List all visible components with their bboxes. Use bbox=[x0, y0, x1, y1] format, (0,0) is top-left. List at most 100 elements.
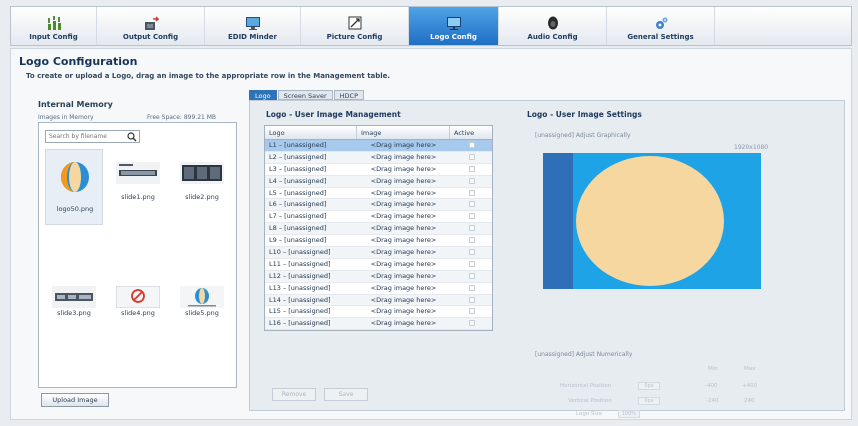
active-cell bbox=[450, 223, 492, 234]
active-checkbox[interactable] bbox=[469, 308, 475, 315]
adjust-graphically-label: [unassigned] Adjust Graphically bbox=[535, 132, 631, 139]
image-thumbnail[interactable]: slide1.png bbox=[109, 149, 167, 225]
table-row[interactable]: L16 – [unassigned] <Drag image here> bbox=[265, 318, 492, 331]
image-drop-target[interactable]: <Drag image here> bbox=[357, 164, 450, 175]
tab-hdcp[interactable]: HDCP bbox=[333, 90, 364, 100]
active-checkbox[interactable] bbox=[469, 260, 475, 267]
thumbnail-name: slide5.png bbox=[185, 309, 219, 317]
image-thumbnail[interactable]: slide2.png bbox=[173, 149, 231, 225]
nav-tab-logo-config[interactable]: Logo Config bbox=[409, 7, 499, 45]
vertical-position-input[interactable]: 0px bbox=[638, 397, 660, 405]
tab-logo[interactable]: Logo bbox=[249, 90, 277, 100]
image-thumbnail[interactable]: slide5.png bbox=[173, 273, 231, 349]
nav-tab-picture-config[interactable]: Picture Config bbox=[301, 7, 409, 45]
active-checkbox[interactable] bbox=[469, 272, 475, 279]
image-drop-target[interactable]: <Drag image here> bbox=[357, 271, 450, 282]
table-row[interactable]: L9 – [unassigned] <Drag image here> bbox=[265, 235, 492, 248]
horizontal-position-input[interactable]: 0px bbox=[638, 382, 660, 390]
nav-tab-output-config[interactable]: Output Config bbox=[97, 7, 205, 45]
active-cell bbox=[450, 295, 492, 306]
active-checkbox[interactable] bbox=[469, 296, 475, 303]
image-drop-target[interactable]: <Drag image here> bbox=[357, 140, 450, 151]
active-checkbox[interactable] bbox=[469, 201, 475, 208]
table-row[interactable]: L4 – [unassigned] <Drag image here> bbox=[265, 175, 492, 188]
logo-preview-canvas[interactable] bbox=[543, 153, 761, 289]
image-drop-target[interactable]: <Drag image here> bbox=[357, 259, 450, 270]
images-in-memory-label: Images in Memory bbox=[38, 114, 94, 121]
image-drop-target[interactable]: <Drag image here> bbox=[357, 176, 450, 187]
table-row[interactable]: L3 – [unassigned] <Drag image here> bbox=[265, 164, 492, 176]
active-checkbox[interactable] bbox=[469, 153, 475, 160]
table-row[interactable]: L10 – [unassigned] <Drag image here> bbox=[265, 247, 492, 259]
image-thumbnail[interactable]: slide4.png bbox=[109, 273, 167, 349]
column-header-logo: Logo bbox=[265, 126, 357, 139]
table-row[interactable]: L11 – [unassigned] <Drag image here> bbox=[265, 259, 492, 271]
search-icon[interactable] bbox=[127, 132, 137, 142]
image-drop-target[interactable]: <Drag image here> bbox=[357, 199, 450, 210]
active-checkbox[interactable] bbox=[469, 225, 475, 232]
logo-size-label: Logo Size bbox=[576, 411, 603, 417]
nav-tab-audio-config[interactable]: Audio Config bbox=[499, 7, 607, 45]
image-drop-target[interactable]: <Drag image here> bbox=[357, 295, 450, 306]
active-checkbox[interactable] bbox=[469, 237, 475, 244]
nav-tab-general-settings[interactable]: General Settings bbox=[607, 7, 715, 45]
active-checkbox[interactable] bbox=[469, 284, 475, 291]
settings-title: Logo - User Image Settings bbox=[527, 110, 642, 119]
active-checkbox[interactable] bbox=[469, 189, 475, 196]
active-checkbox[interactable] bbox=[469, 142, 475, 148]
active-checkbox[interactable] bbox=[469, 213, 475, 220]
image-drop-target[interactable]: <Drag image here> bbox=[357, 283, 450, 294]
tab-screen-saver[interactable]: Screen Saver bbox=[277, 90, 333, 100]
active-checkbox[interactable] bbox=[469, 165, 475, 172]
table-row[interactable]: L6 – [unassigned] <Drag image here> bbox=[265, 199, 492, 212]
max-column-header: Max bbox=[744, 366, 756, 372]
search-input[interactable] bbox=[46, 131, 124, 142]
image-drop-target[interactable]: <Drag image here> bbox=[357, 188, 450, 199]
horizontal-max: +400 bbox=[742, 383, 758, 389]
active-checkbox[interactable] bbox=[469, 177, 475, 184]
logo-slot-name: L9 – [unassigned] bbox=[269, 236, 327, 245]
active-checkbox[interactable] bbox=[469, 320, 475, 327]
table-row[interactable]: L15 – [unassigned] <Drag image here> bbox=[265, 306, 492, 319]
active-cell bbox=[450, 176, 492, 187]
free-space-label: Free Space: 899.21 MB bbox=[147, 114, 217, 121]
table-row[interactable]: L7 – [unassigned] <Drag image here> bbox=[265, 211, 492, 224]
active-checkbox[interactable] bbox=[469, 249, 475, 256]
column-header-active: Active bbox=[454, 129, 475, 137]
active-cell bbox=[450, 152, 492, 163]
image-drop-target[interactable]: <Drag image here> bbox=[357, 247, 450, 258]
image-drop-target[interactable]: <Drag image here> bbox=[357, 306, 450, 317]
horizontal-position-label: Horizontal Position bbox=[560, 383, 612, 389]
image-drop-target[interactable]: <Drag image here> bbox=[357, 152, 450, 163]
nav-tab-input-config[interactable]: Input Config bbox=[11, 7, 97, 45]
table-row[interactable]: L5 – [unassigned] <Drag image here> bbox=[265, 188, 492, 200]
table-row[interactable]: L1 – [unassigned] <Drag image here> bbox=[265, 140, 492, 152]
table-row[interactable]: L12 – [unassigned] <Drag image here> bbox=[265, 270, 492, 283]
image-drop-target[interactable]: <Drag image here> bbox=[357, 223, 450, 234]
nav-label: General Settings bbox=[627, 33, 694, 41]
thumbnail-name: slide4.png bbox=[121, 309, 155, 317]
active-cell bbox=[450, 140, 492, 151]
vertical-min: -240 bbox=[706, 398, 719, 404]
image-drop-target[interactable]: <Drag image here> bbox=[357, 318, 450, 329]
nav-label: Picture Config bbox=[326, 33, 383, 41]
table-row[interactable]: L13 – [unassigned] <Drag image here> bbox=[265, 283, 492, 295]
image-memory-panel: logo50.png slide1.png slide2.png bbox=[38, 122, 237, 388]
logo-size-input[interactable]: 100% bbox=[618, 410, 640, 418]
audio-config-icon bbox=[547, 16, 558, 30]
image-drop-target[interactable]: <Drag image here> bbox=[357, 235, 450, 246]
active-cell bbox=[450, 235, 492, 246]
image-drop-target[interactable]: <Drag image here> bbox=[357, 211, 450, 222]
nav-label: Audio Config bbox=[527, 33, 578, 41]
logo-slot-name: L7 – [unassigned] bbox=[269, 212, 327, 221]
remove-button[interactable]: Remove bbox=[272, 388, 316, 401]
save-button[interactable]: Save bbox=[324, 388, 368, 401]
table-row[interactable]: L8 – [unassigned] <Drag image here> bbox=[265, 223, 492, 236]
image-thumbnail[interactable]: slide3.png bbox=[45, 273, 103, 349]
table-row[interactable]: L2 – [unassigned] <Drag image here> bbox=[265, 151, 492, 164]
thumbnail-image bbox=[179, 155, 225, 191]
table-row[interactable]: L14 – [unassigned] <Drag image here> bbox=[265, 294, 492, 307]
nav-tab-edid-minder[interactable]: EDID Minder bbox=[205, 7, 301, 45]
image-thumbnail[interactable]: logo50.png bbox=[45, 149, 103, 225]
upload-image-button[interactable]: Upload Image bbox=[41, 393, 109, 407]
